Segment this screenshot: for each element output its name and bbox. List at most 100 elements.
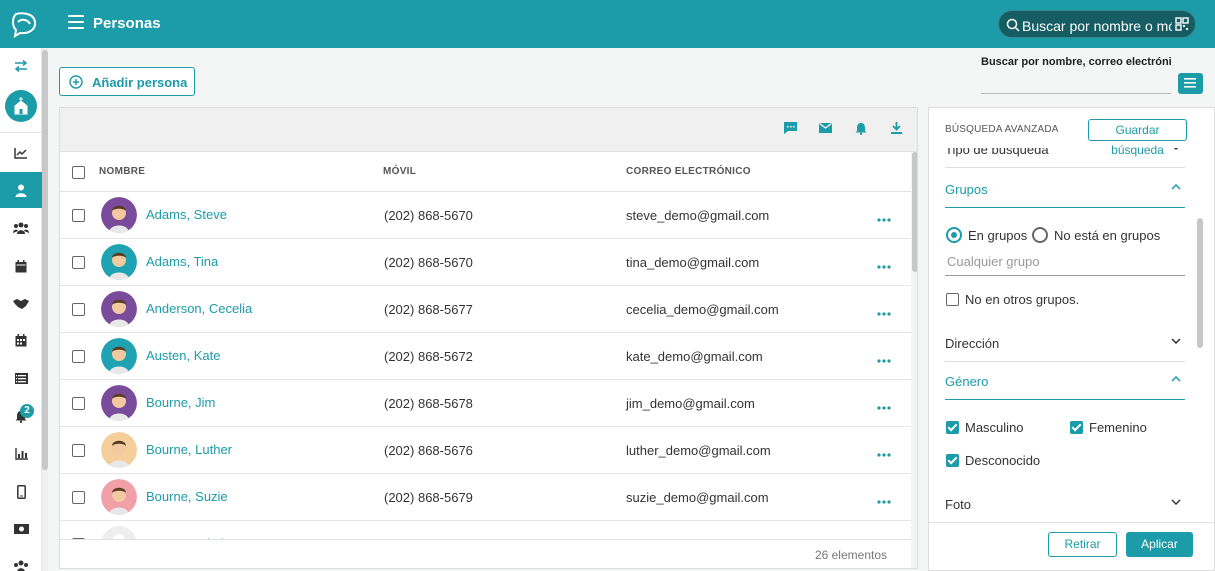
person-email: suzie_demo@gmail.com — [626, 490, 769, 505]
person-icon — [15, 184, 27, 197]
row-checkbox[interactable] — [72, 350, 85, 363]
panel-scrollbar[interactable] — [1197, 218, 1203, 348]
table-row[interactable]: Austen, Kate (202) 868-5672 kate_demo@gmai… — [60, 333, 911, 380]
row-more-icon[interactable] — [877, 210, 891, 225]
person-email: jim_demo@gmail.com — [626, 396, 755, 411]
section-groups-label: Grupos — [945, 182, 988, 197]
add-person-button[interactable]: Añadir persona — [59, 67, 195, 96]
sidebar-item-dashboard[interactable] — [0, 135, 42, 171]
message-icon[interactable] — [784, 122, 797, 134]
table-row[interactable]: Bourne, Luther (202) 868-5676 luther_demo@… — [60, 427, 911, 474]
row-more-icon[interactable] — [877, 492, 891, 507]
sidebar-item-people[interactable] — [0, 172, 42, 208]
sidebar-item-giving[interactable] — [0, 511, 42, 547]
advanced-search-panel: BÚSQUEDA AVANZADA Guardar búsqueda Tipo … — [928, 107, 1215, 571]
sidebar-item-switch[interactable] — [0, 48, 42, 84]
section-gender-label: Género — [945, 374, 989, 389]
secondary-search-input[interactable] — [981, 93, 1171, 94]
avatar[interactable] — [101, 338, 137, 374]
bar-chart-icon — [14, 448, 28, 460]
radio-not-in-groups[interactable] — [1032, 227, 1048, 243]
gender-male-label: Masculino — [965, 420, 1024, 435]
avatar[interactable] — [101, 197, 137, 233]
church-avatar[interactable] — [5, 90, 37, 122]
table-row[interactable]: Bourne, Suzie (202) 868-5679 suzie_demo@gm… — [60, 474, 911, 521]
row-checkbox[interactable] — [72, 491, 85, 504]
person-name[interactable]: Bourne, Jim — [146, 395, 215, 410]
person-name[interactable]: Adams, Tina — [146, 254, 218, 269]
person-name[interactable]: Bourne, Suzie — [146, 489, 228, 504]
column-header-email[interactable]: CORREO ELECTRÓNICO — [626, 166, 751, 177]
row-more-icon[interactable] — [877, 445, 891, 460]
group-input-placeholder: Cualquier grupo — [947, 254, 1040, 269]
row-more-icon[interactable] — [877, 398, 891, 413]
row-more-icon[interactable] — [877, 304, 891, 319]
sidebar-item-reports[interactable] — [0, 436, 42, 472]
remove-button[interactable]: Retirar — [1048, 532, 1117, 557]
person-name[interactable]: Adams, Steve — [146, 207, 227, 222]
sidebar-item-notifications[interactable] — [0, 398, 42, 434]
column-header-name[interactable]: NOMBRE — [99, 166, 145, 177]
avatar[interactable] — [101, 291, 137, 327]
section-search-type-label: Tipo de búsqueda — [945, 148, 1049, 157]
table-row[interactable]: Bourne, Jim (202) 868-5678 jim_demo@gmail.… — [60, 380, 911, 427]
row-checkbox[interactable] — [72, 256, 85, 269]
sidebar-item-community[interactable] — [0, 548, 42, 571]
sidebar-item-mobile[interactable] — [0, 474, 42, 510]
person-name[interactable]: Anderson, Cecelia — [146, 301, 252, 316]
app-logo-icon[interactable] — [10, 10, 38, 38]
person-name[interactable]: Bourne, Luther — [146, 442, 232, 457]
person-mobile: (202) 868-5670 — [384, 208, 473, 223]
sidebar-item-events[interactable] — [0, 322, 42, 358]
chevron-down-icon — [1171, 338, 1181, 344]
table-footer: 26 elementos — [60, 539, 911, 568]
column-header-mobile[interactable]: MÓVIL — [383, 166, 416, 177]
sidebar-scrollbar[interactable] — [42, 48, 48, 571]
gender-unknown-checkbox[interactable] — [946, 454, 959, 467]
gender-male-checkbox[interactable] — [946, 421, 959, 434]
table-scrollbar[interactable] — [911, 152, 917, 568]
apply-button[interactable]: Aplicar — [1126, 532, 1193, 557]
person-mobile: (202) 868-5670 — [384, 255, 473, 270]
download-icon[interactable] — [891, 122, 902, 134]
person-name[interactable]: Austen, Kate — [146, 348, 220, 363]
row-more-icon[interactable] — [877, 351, 891, 366]
not-in-other-groups-checkbox[interactable] — [946, 293, 959, 306]
calendar-icon — [15, 259, 27, 272]
sidebar-item-groups[interactable] — [0, 210, 42, 246]
table-row[interactable]: Adams, Steve (202) 868-5670 steve_demo@gma… — [60, 192, 911, 239]
bell-icon[interactable] — [855, 122, 867, 135]
table-row[interactable]: Adams, Tina (202) 868-5670 tina_demo@gmail… — [60, 239, 911, 286]
table-scroll-thumb[interactable] — [912, 152, 917, 272]
row-more-icon[interactable] — [877, 257, 891, 272]
group-input[interactable]: Cualquier grupo — [945, 248, 1185, 276]
select-all-checkbox[interactable] — [72, 166, 85, 179]
row-checkbox[interactable] — [72, 444, 85, 457]
menu-icon[interactable] — [68, 15, 84, 31]
row-checkbox[interactable] — [72, 209, 85, 222]
table-row[interactable]: Anderson, Cecelia (202) 868-5677 cecelia_d… — [60, 286, 911, 333]
save-search-button[interactable]: Guardar búsqueda — [1088, 119, 1187, 157]
avatar[interactable] — [101, 479, 137, 515]
table-toolbar — [60, 108, 917, 152]
top-search-input[interactable]: Buscar por nombre o móvil — [998, 10, 1196, 38]
avatar[interactable] — [101, 432, 137, 468]
section-gender[interactable]: Género — [945, 362, 1185, 400]
sidebar-item-calendar[interactable] — [0, 248, 42, 284]
section-photo[interactable]: Foto — [945, 485, 1185, 522]
section-groups[interactable]: Grupos — [945, 170, 1185, 208]
row-checkbox[interactable] — [72, 303, 85, 316]
gender-female-checkbox[interactable] — [1070, 421, 1083, 434]
sidebar-item-volunteers[interactable] — [0, 285, 42, 321]
section-address[interactable]: Dirección — [945, 324, 1185, 362]
row-checkbox[interactable] — [72, 397, 85, 410]
sidebar-item-lists[interactable] — [0, 360, 42, 396]
avatar[interactable] — [101, 385, 137, 421]
radio-in-groups[interactable] — [946, 227, 962, 243]
filter-toggle-button[interactable] — [1178, 73, 1203, 94]
sidebar-scroll-thumb[interactable] — [42, 50, 48, 470]
section-search-type[interactable]: Tipo de búsqueda — [945, 148, 1185, 168]
qr-code-icon[interactable] — [1175, 17, 1189, 31]
avatar[interactable] — [101, 244, 137, 280]
email-icon[interactable] — [819, 123, 832, 133]
